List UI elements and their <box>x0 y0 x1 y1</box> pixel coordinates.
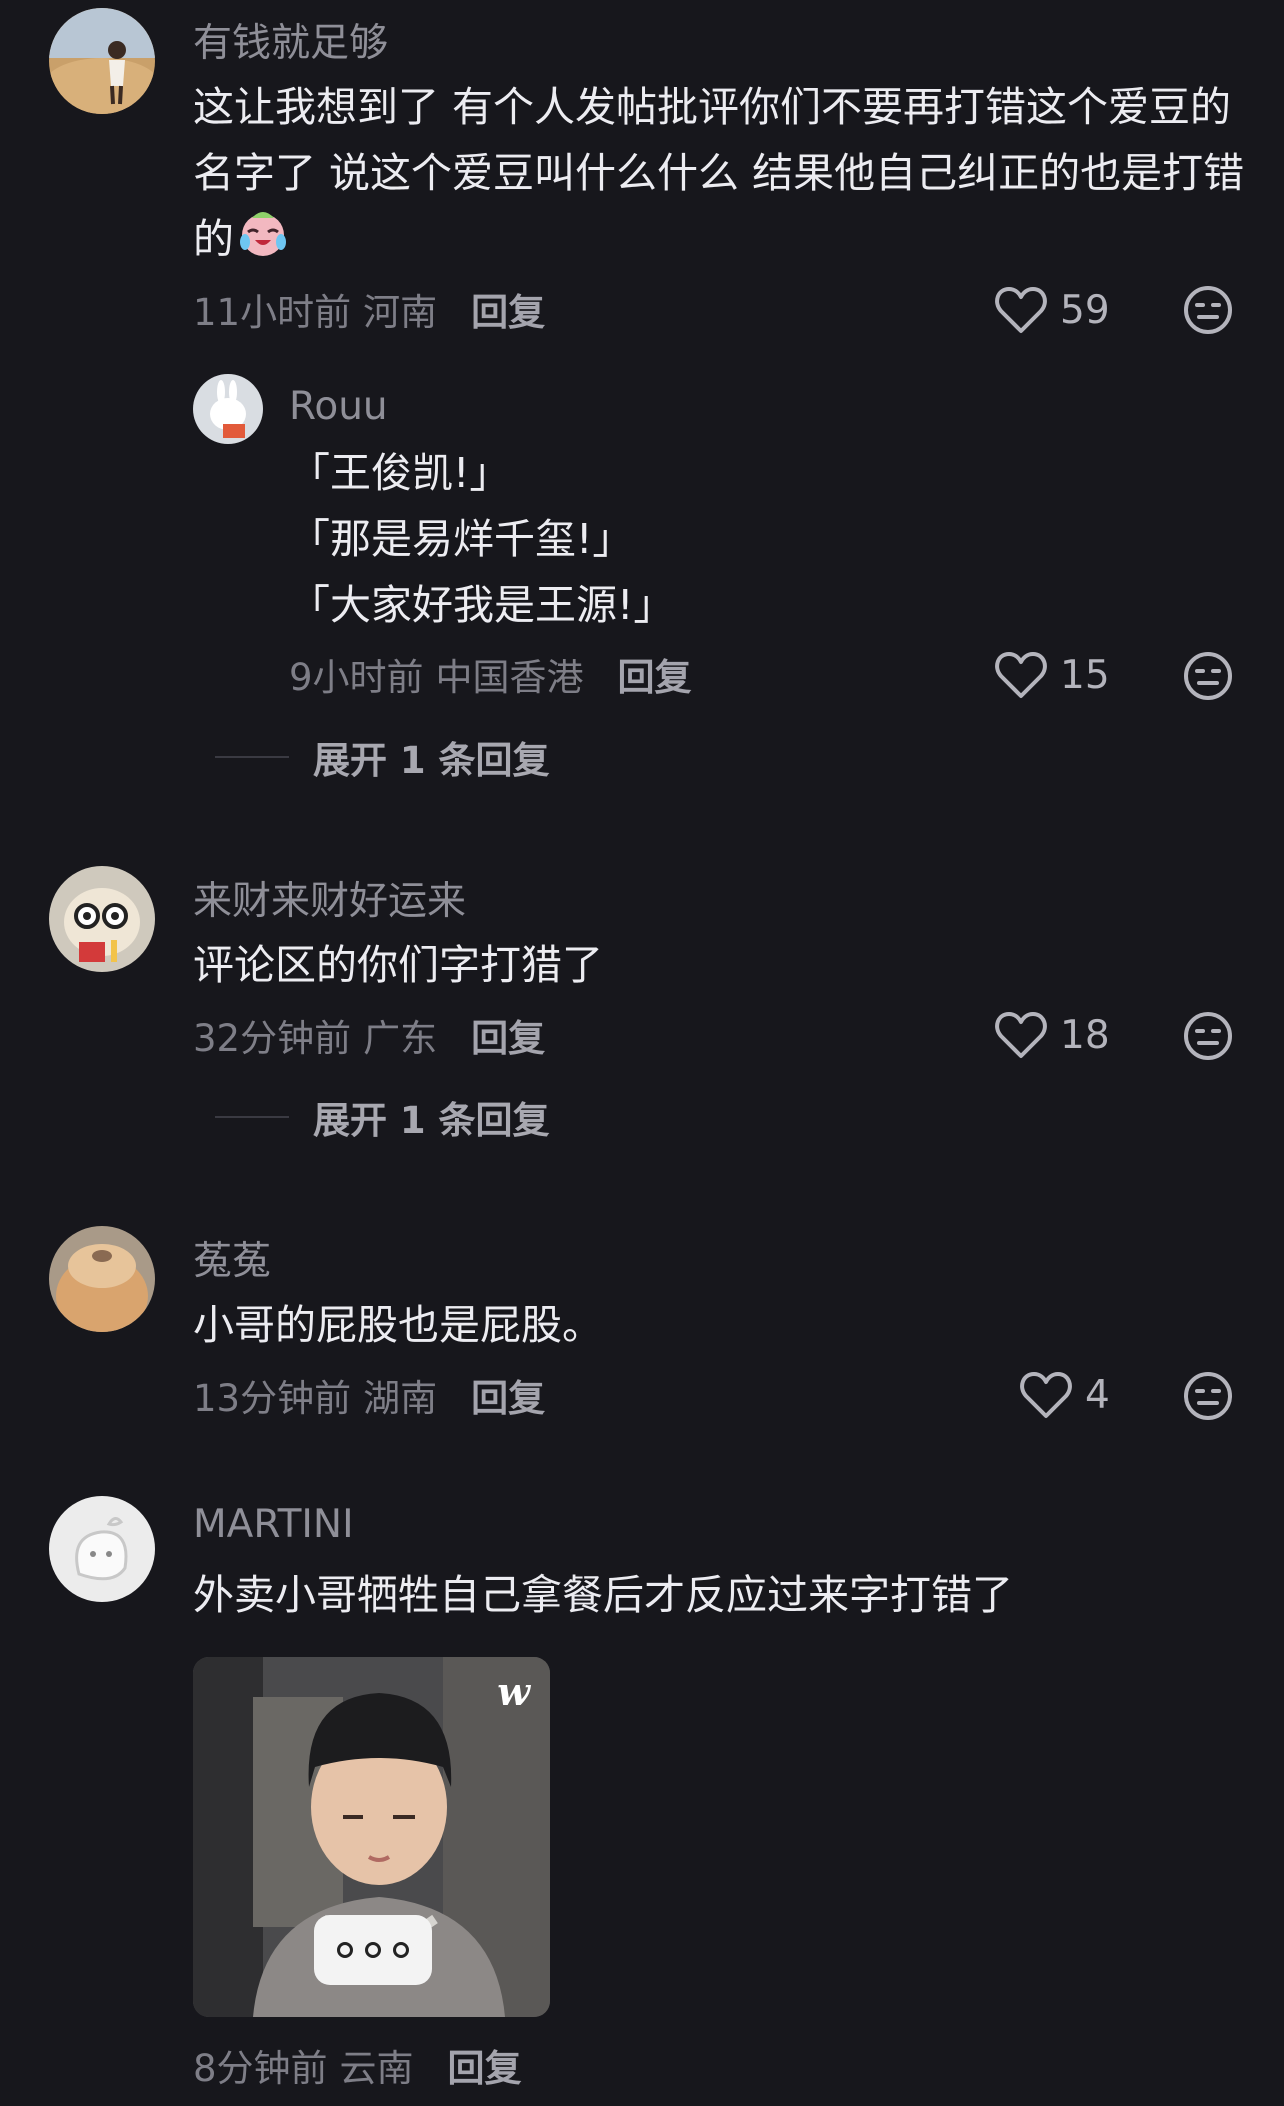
comment-image[interactable]: w <box>193 1657 550 2017</box>
comment-text-content: 这让我想到了 有个人发帖批评你们不要再打错这个爱豆的名字了 说这个爱豆叫什么什么… <box>193 83 1245 263</box>
dislike-button[interactable] <box>1182 1370 1234 1422</box>
like-count: 18 <box>1060 1012 1110 1058</box>
username[interactable]: MARTINI <box>193 1502 354 1547</box>
like-count: 4 <box>1085 1372 1110 1418</box>
text-line: 「大家好我是王源!」 <box>289 581 675 629</box>
neutral-face-icon <box>1184 1012 1232 1060</box>
dislike-button[interactable] <box>1182 650 1234 702</box>
crying-laughing-emoji-icon <box>236 208 290 277</box>
comment-text: 小哥的屁股也是屁股。 <box>193 1301 603 1349</box>
timestamp: 32分钟前 <box>193 1017 352 1060</box>
comment-meta: 13分钟前 湖南 回复 <box>193 1368 545 1422</box>
more-dots-icon[interactable] <box>314 1915 432 1985</box>
comment-text: 外卖小哥牺牲自己拿餐后才反应过来字打错了 <box>193 1571 1013 1619</box>
comment-meta: 11小时前 河南 回复 <box>193 282 545 336</box>
location: 湖南 <box>363 1377 438 1420</box>
avatar[interactable] <box>49 8 155 114</box>
username[interactable]: 菟菟 <box>193 1230 271 1286</box>
like-button[interactable]: 15 <box>994 645 1110 705</box>
heart-outline-icon <box>995 287 1047 333</box>
reply-button[interactable]: 回复 <box>471 1008 545 1062</box>
text-line: 「王俊凯!」 <box>289 449 511 497</box>
neutral-face-icon <box>1184 1372 1232 1420</box>
username[interactable]: Rouu <box>289 384 388 429</box>
reply-button[interactable]: 回复 <box>618 647 692 701</box>
reply-button[interactable]: 回复 <box>471 1368 545 1422</box>
reply-button[interactable]: 回复 <box>471 282 545 336</box>
divider <box>215 1116 289 1118</box>
username[interactable]: 有钱就足够 <box>193 12 388 68</box>
comment-meta: 9小时前 中国香港 回复 <box>289 647 692 701</box>
comment-meta: 8分钟前 云南 回复 <box>193 2038 522 2092</box>
watermark-logo: w <box>497 1669 530 1714</box>
comment-text: 这让我想到了 有个人发帖批评你们不要再打错这个爱豆的名字了 说这个爱豆叫什么什么… <box>193 74 1253 277</box>
comment-meta: 32分钟前 广东 回复 <box>193 1008 545 1062</box>
like-count: 15 <box>1060 652 1110 698</box>
avatar[interactable] <box>49 1496 155 1602</box>
dislike-button[interactable] <box>1182 284 1234 336</box>
expand-label: 展开 1 条回复 <box>313 739 550 782</box>
location: 云南 <box>339 2047 414 2090</box>
location: 广东 <box>363 1017 438 1060</box>
divider <box>215 756 289 758</box>
neutral-face-icon <box>1184 286 1232 334</box>
location: 中国香港 <box>435 656 584 699</box>
timestamp: 8分钟前 <box>193 2047 328 2090</box>
text-line: 「那是易烊千玺!」 <box>289 515 634 563</box>
reply-button[interactable]: 回复 <box>448 2038 522 2092</box>
timestamp: 11小时前 <box>193 291 352 334</box>
like-count: 59 <box>1060 287 1110 333</box>
avatar[interactable] <box>49 1226 155 1332</box>
heart-outline-icon <box>995 652 1047 698</box>
expand-replies-button[interactable]: 展开 1 条回复 <box>215 1090 550 1144</box>
timestamp: 9小时前 <box>289 656 424 699</box>
expand-label: 展开 1 条回复 <box>313 1099 550 1142</box>
dislike-button[interactable] <box>1182 1010 1234 1062</box>
username[interactable]: 来财来财好运来 <box>193 870 466 926</box>
like-button[interactable]: 18 <box>994 1005 1110 1065</box>
location: 河南 <box>363 291 438 334</box>
avatar[interactable] <box>49 866 155 972</box>
comment-text: 评论区的你们字打猎了 <box>193 941 603 989</box>
like-button[interactable]: 4 <box>1019 1365 1110 1425</box>
timestamp: 13分钟前 <box>193 1377 352 1420</box>
heart-outline-icon <box>1020 1372 1072 1418</box>
expand-replies-button[interactable]: 展开 1 条回复 <box>215 730 550 784</box>
heart-outline-icon <box>995 1012 1047 1058</box>
like-button[interactable]: 59 <box>994 280 1110 340</box>
neutral-face-icon <box>1184 652 1232 700</box>
comment-text: 「王俊凯!」 「那是易烊千玺!」 「大家好我是王源!」 <box>289 440 1189 638</box>
avatar[interactable] <box>193 374 263 444</box>
